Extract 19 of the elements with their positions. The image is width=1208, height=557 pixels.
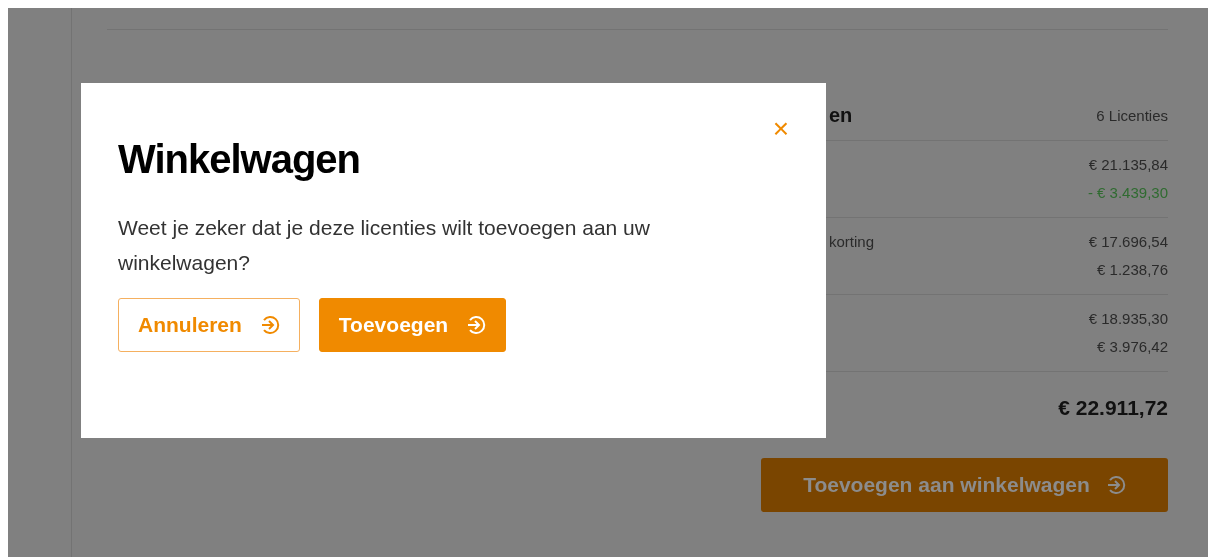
arrow-circle-icon — [1105, 475, 1126, 495]
dialog-title: Winkelwagen — [118, 136, 361, 183]
summary-value: - € 3.439,30 — [1087, 183, 1168, 203]
add-to-cart-button[interactable]: Toevoegen aan winkelwagen — [761, 458, 1168, 512]
total-price: € 22.911,72 — [1058, 395, 1168, 418]
summary-label: korting — [829, 232, 875, 252]
license-count: 6 Licenties — [1096, 106, 1168, 126]
section-heading: en — [829, 103, 853, 127]
summary-value: € 17.696,54 — [1088, 232, 1168, 252]
summary-value: € 21.135,84 — [1088, 155, 1168, 175]
arrow-circle-icon — [466, 315, 487, 335]
summary-value: € 18.935,30 — [1088, 309, 1168, 329]
summary-value: € 3.976,42 — [1097, 337, 1168, 357]
arrow-circle-icon — [259, 315, 280, 335]
cancel-button[interactable]: Annuleren — [118, 298, 300, 352]
close-button[interactable]: × — [772, 115, 789, 143]
confirm-button[interactable]: Toevoegen — [318, 298, 507, 352]
dialog-message: Weet je zeker dat je deze licenties wilt toevoegen aan uw winkelwagen? — [118, 215, 651, 276]
summary-value: € 1.238,76 — [1097, 260, 1168, 280]
